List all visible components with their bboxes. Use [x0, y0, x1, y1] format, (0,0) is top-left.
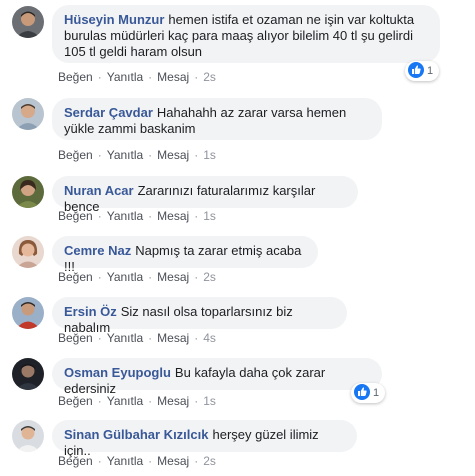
timestamp[interactable]: 2s [203, 454, 216, 468]
separator: · [97, 394, 102, 408]
timestamp[interactable]: 2s [203, 70, 216, 84]
comment-actions: Beğen · Yanıtla · Mesaj · 1s [58, 394, 216, 408]
avatar[interactable] [12, 98, 44, 130]
separator: · [148, 270, 153, 284]
commenter-name[interactable]: Sinan Gülbahar Kızılcık [64, 427, 208, 442]
separator: · [194, 331, 199, 345]
like-link[interactable]: Beğen [58, 70, 93, 84]
comment-bubble: Ersin Öz Siz nasıl olsa toparlarsınız biz… [52, 297, 347, 335]
comment-bubble: Osman Eyupoglu Bu kafayla daha çok zarar … [52, 358, 382, 396]
thumbs-up-icon [354, 384, 370, 401]
avatar[interactable] [12, 6, 44, 38]
separator: · [148, 394, 153, 408]
reply-link[interactable]: Yanıtla [107, 209, 143, 223]
like-link[interactable]: Beğen [58, 331, 93, 345]
comment-bubble: Hüseyin Munzur hemen istifa et ozaman ne … [52, 5, 440, 63]
separator: · [148, 454, 153, 468]
comment-bubble: Nuran Acar Zararınızı faturalarımız karşı… [52, 176, 358, 214]
comment-bubble: Sinan Gülbahar Kızılcık herşey güzel ilim… [52, 420, 357, 458]
avatar[interactable] [12, 297, 44, 329]
like-link[interactable]: Beğen [58, 209, 93, 223]
separator: · [97, 331, 102, 345]
reply-link[interactable]: Yanıtla [107, 148, 143, 162]
comment-bubble: Serdar Çavdar Hahahahh az zarar varsa hem… [52, 98, 382, 140]
separator: · [97, 148, 102, 162]
separator: · [97, 454, 102, 468]
like-link[interactable]: Beğen [58, 394, 93, 408]
separator: · [97, 270, 102, 284]
reply-link[interactable]: Yanıtla [107, 70, 143, 84]
avatar[interactable] [12, 236, 44, 268]
separator: · [148, 331, 153, 345]
message-link[interactable]: Mesaj [157, 148, 189, 162]
reaction-count: 1 [373, 387, 380, 399]
reply-link[interactable]: Yanıtla [107, 394, 143, 408]
comment-actions: Beğen · Yanıtla · Mesaj · 1s [58, 148, 216, 162]
like-link[interactable]: Beğen [58, 454, 93, 468]
comment-actions: Beğen · Yanıtla · Mesaj · 2s [58, 454, 216, 468]
message-link[interactable]: Mesaj [157, 394, 189, 408]
avatar[interactable] [12, 420, 44, 452]
thumbs-up-icon [408, 62, 424, 79]
like-link[interactable]: Beğen [58, 148, 93, 162]
separator: · [194, 454, 199, 468]
reply-link[interactable]: Yanıtla [107, 454, 143, 468]
comment-actions: Beğen · Yanıtla · Mesaj · 2s [58, 270, 216, 284]
avatar[interactable] [12, 358, 44, 390]
avatar[interactable] [12, 176, 44, 208]
reaction-badge[interactable]: 1 [351, 383, 386, 403]
like-link[interactable]: Beğen [58, 270, 93, 284]
separator: · [148, 209, 153, 223]
message-link[interactable]: Mesaj [157, 70, 189, 84]
timestamp[interactable]: 2s [203, 270, 216, 284]
timestamp[interactable]: 4s [203, 331, 216, 345]
separator: · [148, 148, 153, 162]
timestamp[interactable]: 1s [203, 394, 216, 408]
commenter-name[interactable]: Ersin Öz [64, 304, 117, 319]
separator: · [97, 209, 102, 223]
message-link[interactable]: Mesaj [157, 270, 189, 284]
commenter-name[interactable]: Serdar Çavdar [64, 105, 153, 120]
timestamp[interactable]: 1s [203, 209, 216, 223]
reply-link[interactable]: Yanıtla [107, 270, 143, 284]
commenter-name[interactable]: Osman Eyupoglu [64, 365, 171, 380]
comment-actions: Beğen · Yanıtla · Mesaj · 2s [58, 70, 216, 84]
commenter-name[interactable]: Hüseyin Munzur [64, 12, 164, 27]
separator: · [194, 209, 199, 223]
separator: · [194, 70, 199, 84]
separator: · [148, 70, 153, 84]
comment-actions: Beğen · Yanıtla · Mesaj · 4s [58, 331, 216, 345]
separator: · [97, 70, 102, 84]
message-link[interactable]: Mesaj [157, 454, 189, 468]
reply-link[interactable]: Yanıtla [107, 331, 143, 345]
comment-actions: Beğen · Yanıtla · Mesaj · 1s [58, 209, 216, 223]
message-link[interactable]: Mesaj [157, 331, 189, 345]
timestamp[interactable]: 1s [203, 148, 216, 162]
separator: · [194, 148, 199, 162]
comment-bubble: Cemre Naz Napmış ta zarar etmiş acaba !!! [52, 236, 318, 274]
reaction-count: 1 [427, 65, 434, 77]
commenter-name[interactable]: Cemre Naz [64, 243, 131, 258]
commenter-name[interactable]: Nuran Acar [64, 183, 134, 198]
reaction-badge[interactable]: 1 [405, 61, 440, 81]
message-link[interactable]: Mesaj [157, 209, 189, 223]
separator: · [194, 270, 199, 284]
separator: · [194, 394, 199, 408]
